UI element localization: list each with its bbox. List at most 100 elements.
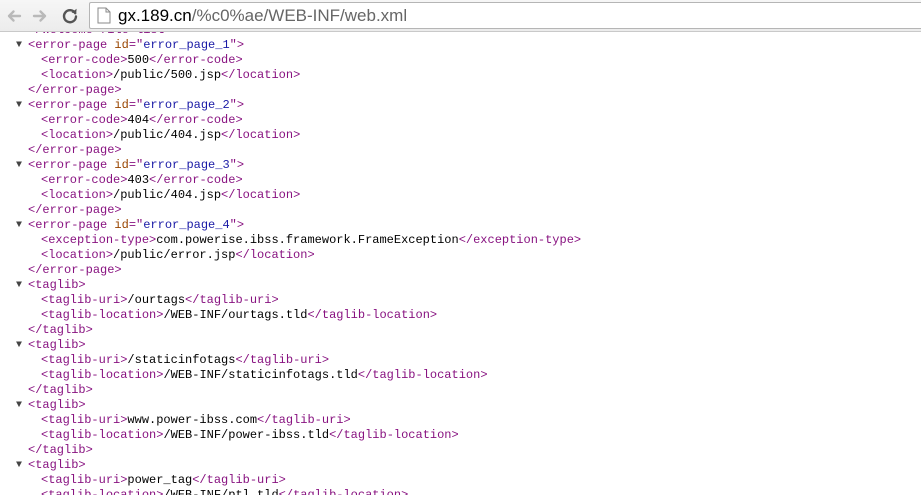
xml-tag-name: error-code: [48, 173, 121, 187]
collapse-toggle-icon[interactable]: ▼: [16, 98, 27, 113]
xml-line: </error-page>: [28, 83, 122, 97]
xml-tag-name: taglib: [35, 278, 79, 292]
xml-tag-name: taglib-location: [343, 428, 452, 442]
xml-attr-name: id: [114, 158, 129, 172]
xml-tag-name: taglib-uri: [48, 473, 121, 487]
xml-line: <exception-type>com.powerise.ibss.framew…: [41, 233, 582, 247]
xml-tag-name: exception-type: [473, 233, 574, 247]
xml-tag-name: taglib-uri: [199, 293, 272, 307]
url-path: /%c0%ae/WEB-INF/web.xml: [191, 5, 408, 25]
xml-tag-name: taglib-location: [48, 308, 157, 322]
xml-tag-name: taglib: [42, 323, 86, 337]
xml-line: <taglib-uri>/staticinfotags</taglib-uri>: [41, 353, 330, 367]
xml-line: <location>/public/404.jsp</location>: [41, 128, 301, 142]
xml-line: <location>/public/404.jsp</location>: [41, 188, 301, 202]
xml-tag-name: taglib-uri: [206, 473, 279, 487]
xml-line: <location>/public/error.jsp</location>: [41, 248, 315, 262]
xml-line: ▼ <taglib>: [16, 278, 86, 293]
xml-tag-name: error-code: [163, 53, 236, 67]
xml-line: <taglib-location>/WEB-INF/staticinfotags…: [41, 368, 488, 382]
xml-tag-name: exception-type: [48, 233, 150, 247]
xml-text: com.powerise.ibss.framework.FrameExcepti…: [156, 233, 459, 247]
xml-tag-name: taglib: [42, 383, 86, 397]
xml-line: <taglib-uri>power_tag</taglib-uri>: [41, 473, 286, 487]
xml-attr-value: error_page_1: [143, 38, 230, 52]
xml-line: <taglib-uri>www.power-ibss.com</taglib-u…: [41, 413, 351, 427]
xml-line: <taglib-location>/WEB-INF/ourtags.tld</t…: [41, 308, 438, 322]
reload-button[interactable]: [58, 4, 82, 28]
collapse-toggle-icon[interactable]: ▼: [16, 38, 27, 53]
xml-tag-name: error-page: [42, 203, 115, 217]
xml-tag-name: location: [249, 248, 308, 262]
xml-tag-name: taglib-location: [48, 488, 157, 495]
xml-line: ▼ <error-page id="error_page_1">: [16, 38, 245, 53]
xml-tag-name: location: [48, 248, 106, 262]
back-button[interactable]: [2, 4, 26, 28]
xml-text: www.power-ibss.com: [127, 413, 258, 427]
xml-text: 404: [127, 113, 150, 127]
xml-tag-name: taglib: [42, 443, 86, 457]
xml-line: <error-code>403</error-code>: [41, 173, 243, 187]
xml-text: 500: [127, 53, 150, 67]
xml-tag-name: taglib-location: [48, 428, 157, 442]
xml-line: </error-page>: [28, 143, 122, 157]
xml-text: /WEB-INF/ourtags.tld: [163, 308, 308, 322]
xml-tag-name: taglib-location: [48, 368, 157, 382]
xml-tag-name: taglib: [35, 398, 79, 412]
xml-tag-name: error-page: [35, 158, 108, 172]
xml-tree: </welcome-file-list>▼<error-page id="err…: [0, 32, 921, 495]
xml-text: /WEB-INF/power-ibss.tld: [163, 428, 330, 442]
xml-text: /public/404.jsp: [113, 128, 222, 142]
xml-attr-name: id: [114, 98, 129, 112]
xml-text: /WEB-INF/ptl.tld: [163, 488, 279, 495]
xml-text: /public/404.jsp: [113, 188, 222, 202]
xml-tag-name: location: [48, 188, 106, 202]
xml-text: /WEB-INF/staticinfotags.tld: [163, 368, 358, 382]
xml-tag-name: taglib-uri: [249, 353, 322, 367]
collapse-toggle-icon[interactable]: ▼: [16, 458, 27, 473]
url-host: gx.189.cn: [118, 5, 192, 25]
xml-tag-name: location: [235, 68, 294, 82]
xml-tag-name: welcome-file-list: [42, 32, 164, 37]
xml-text: /staticinfotags: [127, 353, 236, 367]
xml-line: </error-page>: [28, 263, 122, 277]
xml-tag-name: location: [48, 68, 106, 82]
collapse-toggle-icon[interactable]: ▼: [16, 398, 27, 413]
xml-tag-name: error-code: [48, 53, 121, 67]
xml-line: ▼ <error-page id="error_page_2">: [16, 98, 245, 113]
url-text[interactable]: gx.189.cn/%c0%ae/WEB-INF/web.xml: [118, 6, 407, 26]
xml-line: <error-code>500</error-code>: [41, 53, 243, 67]
xml-tag-name: error-page: [35, 218, 108, 232]
xml-attr-value: error_page_4: [143, 218, 230, 232]
xml-text: 403: [127, 173, 150, 187]
xml-tag-name: location: [235, 188, 294, 202]
xml-tag-name: taglib-uri: [271, 413, 344, 427]
page-icon: [92, 4, 116, 28]
collapse-toggle-icon[interactable]: ▼: [16, 158, 27, 173]
xml-tag-name: taglib-location: [321, 308, 430, 322]
forward-button[interactable]: [28, 4, 52, 28]
collapse-toggle-icon[interactable]: ▼: [16, 338, 27, 353]
xml-tag-name: taglib: [35, 458, 79, 472]
collapse-toggle-icon[interactable]: ▼: [16, 278, 27, 293]
xml-line: ▼ <taglib>: [16, 338, 86, 353]
arrow-right-icon: [32, 10, 47, 22]
xml-attr-name: id: [114, 38, 129, 52]
xml-line: <error-code>404</error-code>: [41, 113, 243, 127]
xml-tag-name: error-page: [35, 98, 108, 112]
xml-text: power_tag: [127, 473, 193, 487]
xml-tag-name: error-code: [163, 173, 236, 187]
browser-toolbar: gx.189.cn/%c0%ae/WEB-INF/web.xml: [0, 0, 921, 32]
xml-attr-name: id: [114, 218, 129, 232]
xml-tag-name: error-page: [42, 263, 115, 277]
xml-line: </error-page>: [28, 203, 122, 217]
collapse-toggle-icon[interactable]: ▼: [16, 218, 27, 233]
xml-line: </taglib>: [28, 443, 93, 457]
xml-line: <location>/public/500.jsp</location>: [41, 68, 301, 82]
xml-tag-name: error-page: [35, 38, 108, 52]
xml-line: <taglib-location>/WEB-INF/ptl.tld</tagli…: [0, 488, 921, 495]
xml-tag-name: taglib-location: [293, 488, 402, 495]
address-bar[interactable]: gx.189.cn/%c0%ae/WEB-INF/web.xml: [89, 2, 921, 29]
xml-line: ▼ <error-page id="error_page_3">: [16, 158, 245, 173]
xml-line: </taglib>: [28, 323, 93, 337]
